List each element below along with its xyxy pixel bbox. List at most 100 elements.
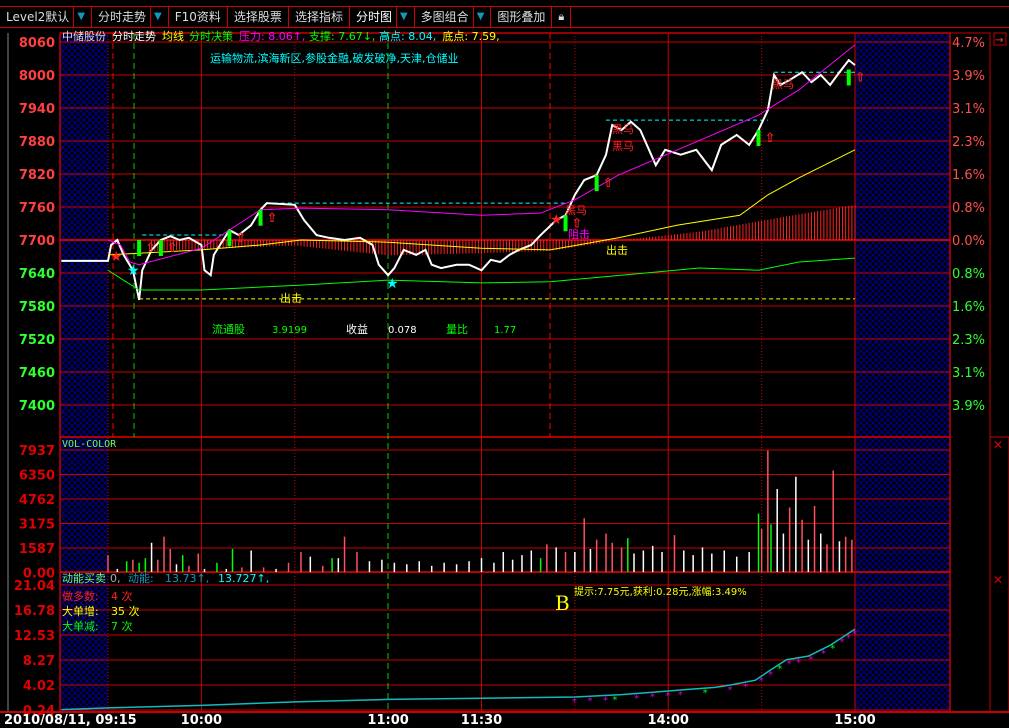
float-value: 3.9199 [272, 325, 307, 336]
header-3: 分时决策 [189, 29, 233, 43]
percent-tick: 0.0% [952, 234, 985, 249]
star-marker-icon: * [852, 629, 857, 640]
energy-header-1: 0, [110, 572, 121, 585]
premarket-hatch [60, 33, 108, 437]
energy-header-3: 13.73↑, [165, 572, 209, 585]
duo-label: 做多数: [62, 589, 99, 603]
series-price [61, 58, 856, 301]
price-tick: 8000 [19, 69, 55, 84]
annotation-heima: 黑马 [565, 204, 587, 217]
up-arrow-icon: ⇧ [603, 176, 614, 191]
header-6: 高点: 8.04, [379, 29, 436, 43]
up-arrow-icon: ⇧ [765, 131, 776, 146]
up-arrow-icon: ⇧ [145, 241, 156, 256]
close-icon: ✕ [993, 438, 1003, 452]
percent-tick: 4.7% [952, 36, 985, 51]
premarket-hatch [60, 437, 108, 572]
concept-tags: 运输物流,滨海新区,参股金融,破发破净,天津,仓储业 [210, 51, 458, 65]
star-marker-icon: * [830, 643, 835, 654]
energy-line [61, 628, 856, 711]
vr-value: 1.77 [494, 325, 516, 336]
up-label: 大单增: [62, 604, 99, 618]
price-tick: 8060 [19, 36, 55, 51]
time-label: 14:00 [648, 713, 689, 728]
star-marker-icon: * [665, 691, 670, 702]
signal-bar [158, 240, 163, 256]
time-start: 2010/08/11, 09:15 [4, 713, 137, 728]
percent-tick: 3.1% [952, 102, 985, 117]
energy-header-4: 13.727↑, [218, 572, 269, 585]
vol-title: VOL-COLOR [62, 439, 117, 450]
time-label: 11:00 [367, 713, 408, 728]
star-icon: ★ [110, 249, 123, 265]
percent-tick: 3.9% [952, 399, 985, 414]
percent-tick: 0.8% [952, 201, 985, 216]
star-marker-icon: * [572, 697, 577, 708]
header-7: 底点: 7.59, [442, 29, 499, 43]
volume-tick: 1587 [19, 542, 55, 557]
aftermarket-hatch [855, 572, 950, 712]
percent-tick: 1.6% [952, 168, 985, 183]
float-label: 流通股 [212, 322, 245, 336]
eps-label: 收益 [346, 322, 368, 336]
star-icon: ★ [550, 212, 563, 228]
signal-bar [258, 209, 263, 226]
percent-tick: 3.9% [952, 69, 985, 84]
signal-bar [846, 69, 851, 86]
star-marker-icon: * [703, 688, 708, 699]
volume-tick: 4762 [19, 493, 55, 508]
price-tick: 7820 [19, 168, 55, 183]
signal-bar [594, 175, 599, 192]
annotation-heima: 黑马 [612, 140, 634, 153]
signal-bar [137, 240, 142, 256]
star-marker-icon: * [759, 676, 764, 687]
star-marker-icon: * [728, 685, 733, 696]
star-marker-icon: * [634, 693, 639, 704]
star-marker-icon: * [846, 633, 851, 644]
star-marker-icon: * [787, 659, 792, 670]
star-marker-icon: * [650, 692, 655, 703]
time-label: 11:30 [461, 713, 502, 728]
volume-tick: 7937 [19, 444, 55, 459]
annotation-heima: 黑马 [612, 123, 634, 136]
energy-header-0: 动能买卖 [62, 571, 106, 585]
annotation-heima: 黑马 [772, 78, 794, 91]
star-marker-icon: * [587, 696, 592, 707]
arrow-right-icon: → [995, 35, 1003, 46]
star-marker-icon: * [743, 682, 748, 693]
aftermarket-hatch [855, 437, 950, 572]
chart-canvas: ⇧ ⇧⇧⇧ ⇧⇧⇧⇧★★★★* * * * * * * * * * **** * * ** ** * * 80608… [0, 29, 1009, 728]
time-label: 10:00 [181, 713, 222, 728]
percent-tick: 3.1% [952, 366, 985, 381]
header-5: 支撑: 7.67↓, [309, 29, 375, 43]
price-tick: 7520 [19, 333, 55, 348]
annotation-zuji: 阻击 [568, 228, 590, 241]
close-icon: ✕ [993, 573, 1003, 587]
annotation-chuji: 出击 [280, 291, 302, 305]
percent-tick: 2.3% [952, 135, 985, 150]
panel-border [59, 436, 951, 573]
energy-tick: 4.02 [23, 679, 55, 694]
hint-text: 提示:7.75元,获利:0.28元,涨幅:3.49% [574, 585, 747, 598]
star-marker-icon: * [840, 637, 845, 648]
up-arrow-icon: ⇧ [855, 71, 866, 86]
percent-tick: 2.3% [952, 333, 985, 348]
percent-tick: 1.6% [952, 300, 985, 315]
price-tick: 7700 [19, 234, 55, 249]
b-signal: B [555, 591, 570, 615]
star-marker-icon: * [796, 658, 801, 669]
volume-tick: 3175 [19, 518, 55, 533]
price-tick: 7460 [19, 366, 55, 381]
price-tick: 7400 [19, 399, 55, 414]
star-marker-icon: * [821, 648, 826, 659]
duo-value: 4 次 [111, 589, 133, 603]
star-marker-icon: * [612, 695, 617, 706]
up-arrow-icon: ⇧ [267, 211, 278, 226]
energy-tick: 16.78 [14, 604, 55, 619]
signal-bar [756, 130, 761, 146]
star-icon: ★ [386, 276, 399, 292]
star-marker-icon: * [808, 655, 813, 666]
energy-header-2: 动能: [128, 571, 154, 585]
up-value: 35 次 [111, 604, 140, 618]
volume-tick: 6350 [19, 469, 55, 484]
